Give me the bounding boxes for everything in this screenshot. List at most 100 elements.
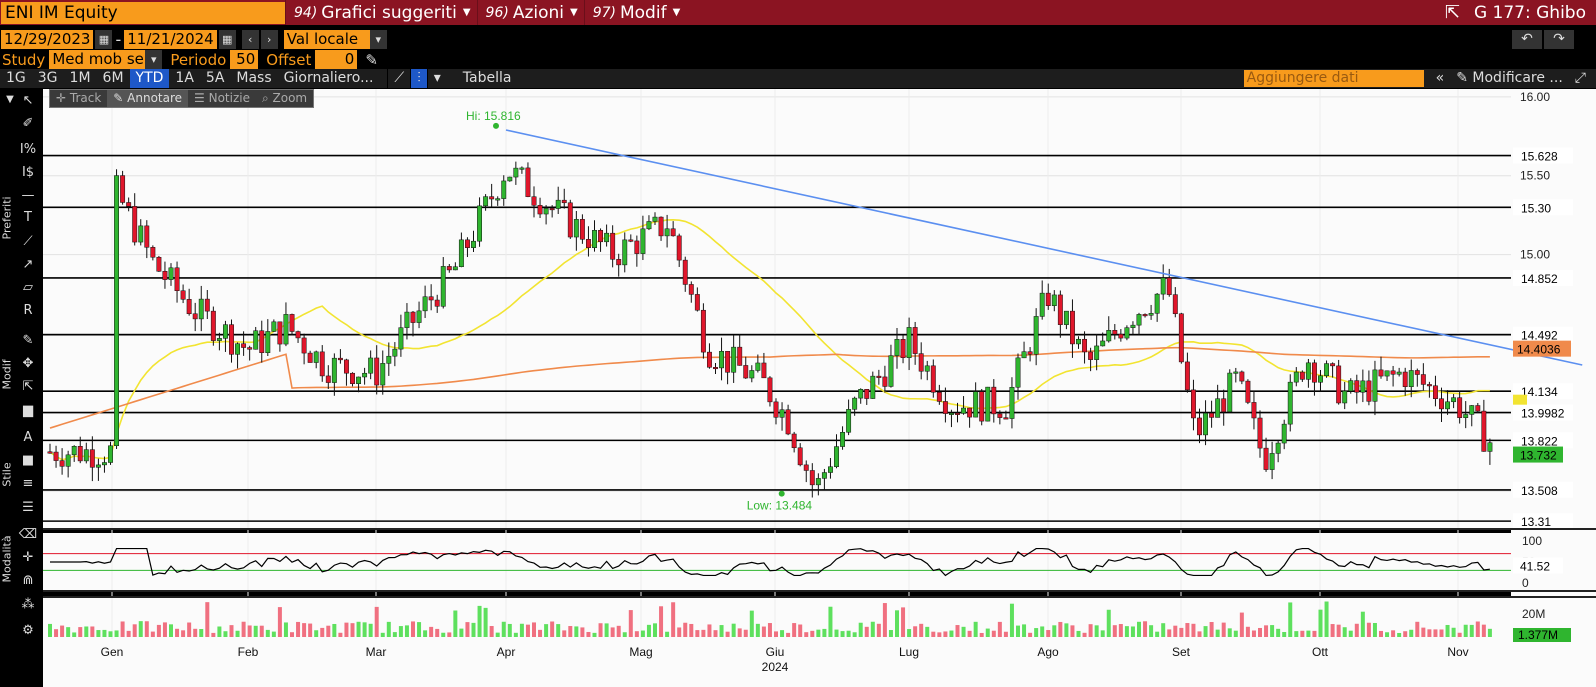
- volume-bar: [538, 629, 543, 637]
- volume-bar: [290, 632, 294, 637]
- candle-body: [755, 362, 761, 371]
- candle-body: [1172, 294, 1178, 315]
- candle-body: [979, 391, 985, 422]
- x-year-label: 2024: [762, 660, 789, 674]
- volume-bar: [314, 630, 319, 637]
- volume-bar: [882, 603, 887, 637]
- tab-zoom[interactable]: ⌕ Zoom: [256, 90, 313, 107]
- candle-body: [791, 433, 797, 449]
- volume-bar: [489, 626, 494, 637]
- candle-body: [235, 343, 241, 355]
- x-tick-label: Mag: [629, 645, 652, 659]
- candle-body: [180, 290, 186, 300]
- volume-bar: [1324, 601, 1329, 637]
- volume-bar: [810, 630, 815, 637]
- volume-bar: [495, 632, 500, 637]
- candle-body: [89, 449, 95, 468]
- volume-bar: [979, 632, 984, 637]
- volume-bar: [1046, 630, 1051, 637]
- volume-bar: [265, 629, 270, 637]
- candle-body: [1305, 362, 1311, 380]
- volume-bar: [344, 622, 349, 637]
- candle-body: [809, 470, 815, 486]
- candle-body: [108, 445, 113, 463]
- candle-body: [628, 239, 634, 242]
- volume-bar: [852, 632, 857, 637]
- volume-bar: [199, 629, 204, 637]
- candle-body: [1457, 397, 1463, 418]
- tab-track[interactable]: ✛ Track: [50, 90, 107, 107]
- volume-bar: [780, 630, 785, 637]
- volume-bar: [574, 626, 579, 637]
- volume-bar: [937, 632, 942, 637]
- volume-bar: [1239, 612, 1244, 637]
- candle-body: [1191, 389, 1196, 419]
- volume-bar: [108, 631, 113, 637]
- tab-label: Zoom: [272, 91, 308, 105]
- candle-body: [1015, 357, 1021, 388]
- volume-bar: [193, 628, 198, 637]
- volume-bar: [544, 624, 549, 637]
- volume-bar: [683, 622, 688, 637]
- candle-body: [1124, 327, 1130, 339]
- candle-body: [186, 299, 192, 315]
- volume-bar: [1475, 621, 1480, 637]
- candle-body: [1178, 313, 1184, 363]
- candle-body: [1439, 398, 1444, 410]
- tab-news[interactable]: ☰ Notizie: [188, 90, 256, 107]
- tab-label: Notizie: [208, 91, 250, 105]
- candle-body: [265, 331, 271, 353]
- candle-body: [779, 409, 785, 418]
- volume-bar: [374, 606, 379, 637]
- candle-body: [1088, 351, 1094, 360]
- volume-bar: [665, 631, 670, 637]
- volume-bar: [1028, 632, 1033, 637]
- candle-body: [828, 466, 833, 473]
- candle-body: [1209, 412, 1215, 418]
- candle-body: [961, 407, 966, 414]
- candle-body: [900, 339, 906, 358]
- volume-bar: [417, 622, 422, 637]
- volume-bar: [156, 624, 161, 637]
- candle-body: [1445, 401, 1450, 410]
- volume-bar: [1469, 624, 1474, 637]
- candle-body: [1463, 414, 1469, 418]
- volume-bar: [1415, 621, 1420, 637]
- volume-bar: [973, 621, 978, 637]
- volume-bar: [1191, 623, 1196, 637]
- volume-bar: [1403, 631, 1408, 637]
- candle-body: [1481, 410, 1487, 452]
- volume-bar: [223, 631, 228, 637]
- volume-bar: [1185, 623, 1190, 637]
- candle-body: [852, 397, 858, 410]
- volume-bar: [429, 626, 434, 637]
- volume-bar: [247, 625, 252, 637]
- volume-bar: [1312, 630, 1317, 637]
- volume-bar: [471, 622, 476, 637]
- candle-body: [1184, 361, 1190, 391]
- volume-bar: [1034, 628, 1039, 637]
- x-tick-label: Feb: [238, 645, 259, 659]
- candle-body: [47, 451, 53, 454]
- ma50-tag: [1513, 394, 1527, 405]
- low-marker: [778, 490, 785, 497]
- volume-bar: [102, 629, 107, 637]
- candle-body: [1245, 380, 1251, 403]
- volume-bar: [568, 626, 573, 637]
- volume-bar: [731, 623, 736, 637]
- candle-body: [610, 232, 616, 260]
- volume-bar: [525, 624, 530, 637]
- volume-bar: [368, 623, 373, 637]
- volume-bar: [822, 628, 827, 637]
- volume-bar: [925, 626, 930, 637]
- candle-body: [967, 407, 973, 418]
- candle-body: [271, 321, 277, 332]
- volume-bar: [477, 605, 482, 637]
- candle-body: [1076, 338, 1081, 345]
- candle-body: [785, 409, 791, 435]
- volume-bar: [858, 622, 863, 637]
- candle-body: [1360, 380, 1366, 393]
- tab-annotate[interactable]: ✎ Annotare: [107, 90, 189, 107]
- volume-bar: [755, 623, 760, 637]
- volume-bar: [459, 628, 464, 637]
